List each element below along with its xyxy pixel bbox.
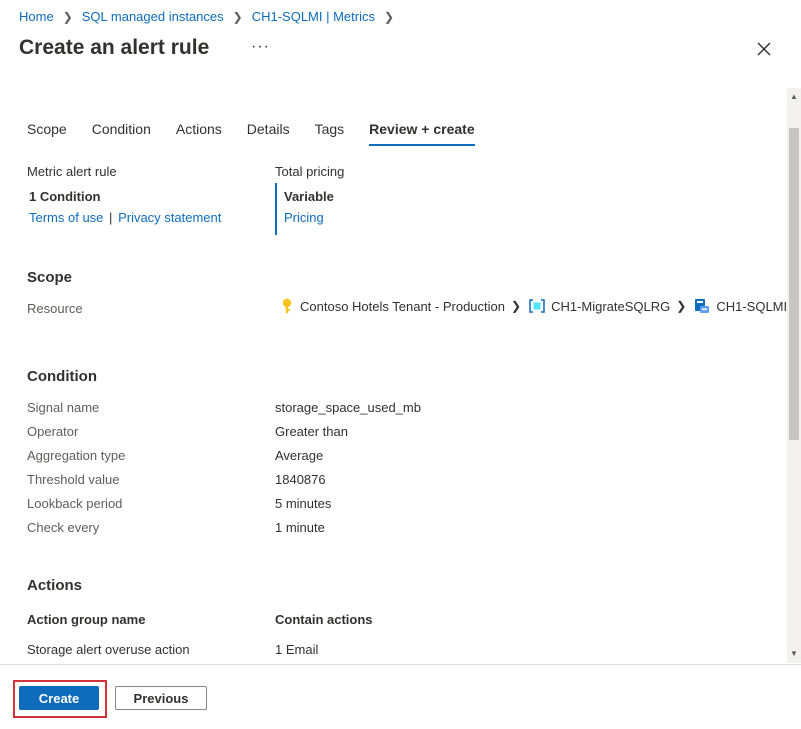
chevron-right-icon: ❯ [62,9,73,24]
tab-scope[interactable]: Scope [27,121,67,146]
tab-details[interactable]: Details [247,121,290,146]
rule-type-label: Metric alert rule [27,164,117,179]
chevron-right-icon: ❯ [676,299,687,313]
total-pricing-label: Total pricing [275,164,345,179]
condition-count: 1 Condition [29,189,101,204]
close-icon[interactable] [753,38,775,60]
scroll-up-arrow-icon[interactable]: ▲ [787,90,801,104]
tab-review-create[interactable]: Review + create [369,121,475,146]
action-group-name: Storage alert overuse action [27,642,190,657]
operator-label: Operator [27,424,79,439]
terms-privacy-links: Terms of use | Privacy statement [29,210,221,225]
pricing-value: Variable [284,189,334,204]
actions-heading: Actions [27,577,83,594]
aggregation-type-value: Average [275,448,324,463]
contain-actions-value: 1 Email [275,642,319,657]
sql-managed-instance-icon [695,299,710,313]
breadcrumb-metrics[interactable]: CH1-SQLMI | Metrics [252,9,375,24]
tab-tags[interactable]: Tags [315,121,345,146]
breadcrumb: Home ❯ SQL managed instances ❯ CH1-SQLMI… [19,9,403,24]
review-content[interactable]: Scope Condition Actions Details Tags Rev… [0,88,787,663]
scroll-down-arrow-icon[interactable]: ▼ [787,647,801,661]
link-separator: | [109,210,113,225]
pricing-accent-bar [275,183,277,235]
scrollbar-thumb[interactable] [789,128,799,440]
chevron-right-icon: ❯ [232,9,243,24]
tab-actions[interactable]: Actions [176,121,222,146]
resource-path: Contoso Hotels Tenant - Production ❯ CH1… [280,298,787,314]
previous-button[interactable]: Previous [115,686,207,710]
lookback-period-value: 5 minutes [275,496,332,511]
resource-label: Resource [27,301,83,316]
threshold-value-label: Threshold value [27,472,120,487]
pricing-link[interactable]: Pricing [284,210,324,225]
signal-name-value: storage_space_used_mb [275,400,421,415]
action-group-column-header: Action group name [27,612,146,627]
contain-actions-column-header: Contain actions [275,612,373,627]
tenant-name: Contoso Hotels Tenant - Production [300,298,505,314]
tab-list: Scope Condition Actions Details Tags Rev… [27,121,500,146]
check-every-value: 1 minute [275,520,325,535]
managed-instance-name: CH1-SQLMI [716,298,787,314]
breadcrumb-home[interactable]: Home [19,9,54,24]
resource-group-name: CH1-MigrateSQLRG [551,298,671,314]
scope-heading: Scope [27,269,73,286]
threshold-value: 1840876 [275,472,326,487]
more-options-button[interactable]: ··· [251,38,270,56]
chevron-right-icon: ❯ [511,299,522,313]
create-button[interactable]: Create [19,686,99,710]
lookback-period-label: Lookback period [27,496,123,511]
signal-name-label: Signal name [27,400,100,415]
tab-condition[interactable]: Condition [92,121,151,146]
key-icon [282,298,292,313]
check-every-label: Check every [27,520,100,535]
privacy-statement-link[interactable]: Privacy statement [118,210,221,225]
chevron-right-icon: ❯ [383,9,395,24]
page-title: Create an alert rule [19,36,210,59]
condition-heading: Condition [27,368,97,385]
aggregation-type-label: Aggregation type [27,448,126,463]
resource-group-icon [529,299,545,313]
operator-value: Greater than [275,424,348,439]
terms-of-use-link[interactable]: Terms of use [29,210,103,225]
vertical-scrollbar[interactable]: ▲ ▼ [787,88,801,663]
breadcrumb-sql-managed-instances[interactable]: SQL managed instances [82,9,224,24]
